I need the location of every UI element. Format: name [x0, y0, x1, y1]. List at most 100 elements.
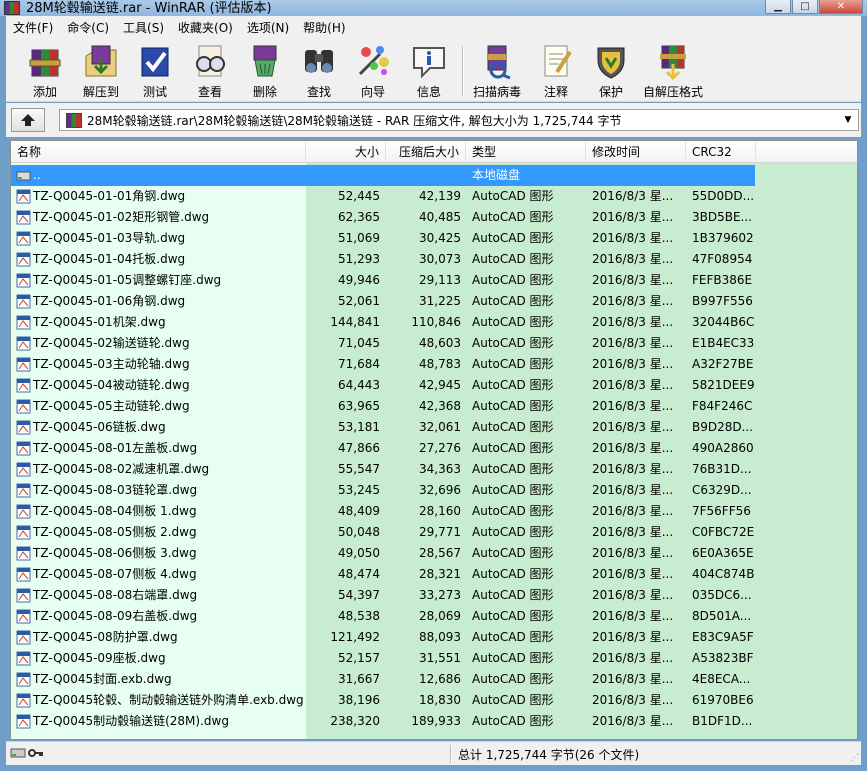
file-crc: 32044B6C: [692, 315, 754, 329]
column-header-modified[interactable]: 修改时间: [586, 141, 686, 163]
delete-button[interactable]: 删除: [240, 42, 290, 100]
file-size: 50,048: [338, 525, 380, 539]
view-button[interactable]: 查看: [185, 42, 235, 100]
file-modified: 2016/8/3 星...: [592, 189, 674, 203]
file-packed-size: 110,846: [411, 315, 461, 329]
find-button[interactable]: 查找: [294, 42, 344, 100]
parent-folder-row[interactable]: .. 本地磁盘: [11, 165, 857, 186]
path-combobox[interactable]: 28M轮毂输送链.rar\28M轮毂输送链\28M轮毂输送链 - RAR 压缩文…: [59, 109, 859, 131]
file-crc: F84F246C: [692, 399, 753, 413]
file-modified: 2016/8/3 星...: [592, 231, 674, 245]
file-name: TZ-Q0045-01-05调整螺钉座.dwg: [33, 273, 222, 287]
dwg-file-icon: [16, 315, 31, 330]
sfx-icon: [654, 42, 692, 80]
file-packed-size: 30,425: [419, 231, 461, 245]
file-row[interactable]: TZ-Q0045-01机架.dwg 144,841 110,846 AutoCAD 图…: [11, 312, 857, 333]
protect-icon: [592, 42, 630, 80]
menu-help[interactable]: 帮助(H): [296, 17, 352, 39]
file-size: 71,684: [338, 357, 380, 371]
wizard-button[interactable]: 向导: [348, 42, 398, 100]
maximize-button[interactable]: □: [792, 0, 818, 14]
file-row[interactable]: TZ-Q0045-08-06侧板 3.dwg 49,050 28,567 AutoCA…: [11, 543, 857, 564]
sfx-button[interactable]: 自解压格式: [638, 42, 708, 100]
menu-options[interactable]: 选项(N): [240, 17, 296, 39]
file-modified: 2016/8/3 星...: [592, 609, 674, 623]
file-modified: 2016/8/3 星...: [592, 420, 674, 434]
file-row[interactable]: TZ-Q0045-08-03链轮罩.dwg 53,245 32,696 AutoCAD…: [11, 480, 857, 501]
file-row[interactable]: TZ-Q0045-05主动链轮.dwg 63,965 42,368 AutoCAD 图…: [11, 396, 857, 417]
archive-icon: [66, 113, 82, 128]
file-crc: 76B31D...: [692, 462, 752, 476]
column-header-packed[interactable]: 压缩后大小: [386, 141, 466, 163]
file-packed-size: 42,368: [419, 399, 461, 413]
file-row[interactable]: TZ-Q0045轮毂、制动毂输送链外购清单.exb.dwg 38,196 18,83…: [11, 690, 857, 711]
file-row[interactable]: TZ-Q0045-01-05调整螺钉座.dwg 49,946 29,113 AutoC…: [11, 270, 857, 291]
menu-file[interactable]: 文件(F): [6, 17, 60, 39]
file-row[interactable]: TZ-Q0045制动毂输送链(28M).dwg 238,320 189,933 Aut…: [11, 711, 857, 732]
column-header-crc[interactable]: CRC32: [686, 141, 756, 163]
window-title: 28M轮毂输送链.rar - WinRAR (评估版本): [26, 1, 272, 16]
comment-button[interactable]: 注释: [531, 42, 581, 100]
file-packed-size: 18,830: [419, 693, 461, 707]
file-row[interactable]: TZ-Q0045-01-03导轨.dwg 51,069 30,425 AutoCAD …: [11, 228, 857, 249]
file-row[interactable]: TZ-Q0045-01-06角钢.dwg 52,061 31,225 AutoCAD …: [11, 291, 857, 312]
add-button[interactable]: 添加: [20, 42, 70, 100]
info-button[interactable]: 信息: [404, 42, 454, 100]
file-name: TZ-Q0045-08-06侧板 3.dwg: [33, 546, 197, 560]
file-packed-size: 32,061: [419, 420, 461, 434]
file-row[interactable]: TZ-Q0045-09座板.dwg 52,157 31,551 AutoCAD 图形 2…: [11, 648, 857, 669]
menu-tools[interactable]: 工具(S): [116, 17, 171, 39]
key-icon: [28, 749, 43, 757]
file-modified: 2016/8/3 星...: [592, 714, 674, 728]
title-bar: 28M轮毂输送链.rar - WinRAR (评估版本) ▁ □ ✕: [0, 0, 867, 16]
close-button[interactable]: ✕: [819, 0, 863, 14]
resize-grip-icon[interactable]: ⋰: [850, 753, 859, 763]
protect-button[interactable]: 保护: [586, 42, 636, 100]
chevron-down-icon[interactable]: ▼: [840, 110, 856, 130]
column-header-size[interactable]: 大小: [306, 141, 386, 163]
file-name: TZ-Q0045-08-09右盖板.dwg: [33, 609, 198, 623]
file-modified: 2016/8/3 星...: [592, 546, 674, 560]
menu-commands[interactable]: 命令(C): [60, 17, 116, 39]
file-row[interactable]: TZ-Q0045-08-04侧板 1.dwg 48,409 28,160 AutoCA…: [11, 501, 857, 522]
minimize-button[interactable]: ▁: [765, 0, 791, 14]
status-bar: 总计 1,725,744 字节(26 个文件) ⋰: [6, 741, 861, 765]
file-row[interactable]: TZ-Q0045-08-01左盖板.dwg 47,866 27,276 AutoCAD…: [11, 438, 857, 459]
file-modified: 2016/8/3 星...: [592, 441, 674, 455]
file-row[interactable]: TZ-Q0045-08防护罩.dwg 121,492 88,093 AutoCAD 图…: [11, 627, 857, 648]
file-row[interactable]: TZ-Q0045-08-05侧板 2.dwg 50,048 29,771 AutoCA…: [11, 522, 857, 543]
test-button[interactable]: 测试: [130, 42, 180, 100]
menu-favorites[interactable]: 收藏夹(O): [171, 17, 240, 39]
extract-to-button[interactable]: 解压到: [76, 42, 126, 100]
extract-to-icon: [82, 42, 120, 80]
file-row[interactable]: TZ-Q0045-01-04托板.dwg 51,293 30,073 AutoCAD …: [11, 249, 857, 270]
file-row[interactable]: TZ-Q0045-08-09右盖板.dwg 48,538 28,069 AutoCAD…: [11, 606, 857, 627]
file-row[interactable]: TZ-Q0045-01-02矩形钢管.dwg 62,365 40,485 AutoCA…: [11, 207, 857, 228]
file-crc: 6E0A365E: [692, 546, 754, 560]
up-one-level-button[interactable]: [11, 108, 45, 132]
file-row[interactable]: TZ-Q0045-06链板.dwg 53,181 32,061 AutoCAD 图形 2…: [11, 417, 857, 438]
file-name: TZ-Q0045-01机架.dwg: [33, 315, 166, 329]
file-row[interactable]: TZ-Q0045封面.exb.dwg 31,667 12,686 AutoCAD 图形…: [11, 669, 857, 690]
file-packed-size: 28,321: [419, 567, 461, 581]
file-type: AutoCAD 图形: [472, 651, 554, 665]
column-header-type[interactable]: 类型: [466, 141, 586, 163]
file-size: 63,965: [338, 399, 380, 413]
file-list[interactable]: 名称 ^ 大小 压缩后大小 类型 修改时间 CRC32 .. 本地磁盘 TZ-Q…: [10, 140, 858, 740]
file-name: TZ-Q0045-08-03链轮罩.dwg: [33, 483, 198, 497]
file-row[interactable]: TZ-Q0045-03主动轮轴.dwg 71,684 48,783 AutoCAD 图…: [11, 354, 857, 375]
file-row[interactable]: TZ-Q0045-02输送链轮.dwg 71,045 48,603 AutoCAD 图…: [11, 333, 857, 354]
file-row[interactable]: TZ-Q0045-08-07侧板 4.dwg 48,474 28,321 AutoCA…: [11, 564, 857, 585]
file-row[interactable]: TZ-Q0045-01-01角钢.dwg 52,445 42,139 AutoCAD …: [11, 186, 857, 207]
file-modified: 2016/8/3 星...: [592, 252, 674, 266]
file-row[interactable]: TZ-Q0045-08-02减速机罩.dwg 55,547 34,363 AutoCA…: [11, 459, 857, 480]
file-size: 62,365: [338, 210, 380, 224]
file-row[interactable]: TZ-Q0045-04被动链轮.dwg 64,443 42,945 AutoCAD 图…: [11, 375, 857, 396]
file-name: TZ-Q0045-08防护罩.dwg: [33, 630, 178, 644]
virus-scan-button[interactable]: 扫描病毒: [466, 42, 528, 100]
file-packed-size: 34,363: [419, 462, 461, 476]
file-row[interactable]: TZ-Q0045-08-08右端罩.dwg 54,397 33,273 AutoCAD…: [11, 585, 857, 606]
path-text: 28M轮毂输送链.rar\28M轮毂输送链\28M轮毂输送链 - RAR 压缩文…: [87, 114, 622, 128]
file-modified: 2016/8/3 星...: [592, 315, 674, 329]
file-modified: 2016/8/3 星...: [592, 588, 674, 602]
